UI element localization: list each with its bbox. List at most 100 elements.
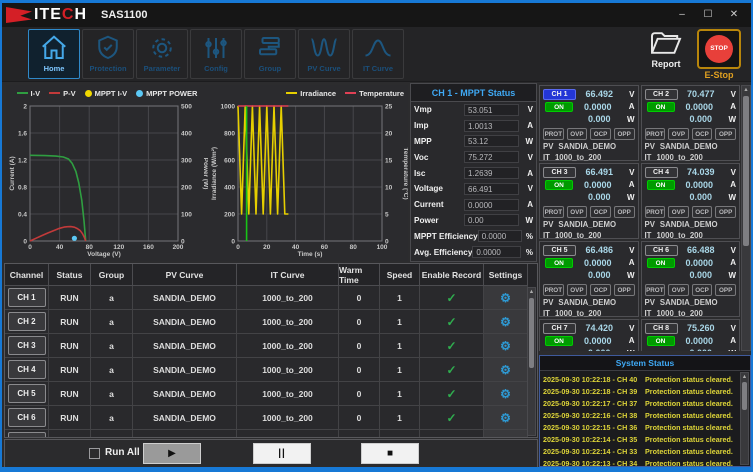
channel-button[interactable]: CH 4 — [8, 360, 46, 379]
enable-record-cell[interactable]: ✓ — [420, 430, 484, 438]
group-icon — [255, 33, 285, 63]
opp-button[interactable]: OPP — [614, 128, 635, 140]
channel-button[interactable]: CH 2 — [8, 312, 46, 331]
on-toggle-button[interactable]: ON — [647, 102, 675, 112]
on-toggle-button[interactable]: ON — [545, 336, 573, 346]
prot-button[interactable]: PROT — [645, 284, 666, 296]
scroll-up-icon[interactable]: ▲ — [742, 86, 750, 95]
minimize-icon[interactable]: – — [671, 7, 693, 23]
scroll-up-icon[interactable]: ▲ — [741, 373, 748, 382]
tab-parameter[interactable]: Parameter — [136, 29, 188, 79]
prot-button[interactable]: PROT — [543, 206, 564, 218]
close-icon[interactable]: ✕ — [723, 7, 745, 23]
ovp-button[interactable]: OVP — [668, 128, 689, 140]
ovp-button[interactable]: OVP — [668, 284, 689, 296]
log-scrollbar[interactable]: ▲ — [740, 372, 749, 465]
enable-record-cell[interactable]: ✓ — [420, 406, 484, 430]
report-button[interactable]: Report — [649, 29, 683, 69]
scroll-up-icon[interactable]: ▲ — [528, 288, 535, 297]
prot-button[interactable]: PROT — [645, 206, 666, 218]
table-scrollbar[interactable]: ▲ — [527, 287, 536, 436]
settings-cell[interactable]: ⚙ — [484, 358, 528, 382]
channel-select-button[interactable]: CH 6 — [645, 245, 678, 256]
scrollbar-thumb[interactable] — [743, 96, 749, 246]
enable-record-cell[interactable]: ✓ — [420, 358, 484, 382]
ovp-button[interactable]: OVP — [567, 128, 588, 140]
legend-label: Temperature — [359, 89, 404, 98]
on-toggle-button[interactable]: ON — [647, 258, 675, 268]
on-toggle-button[interactable]: ON — [545, 180, 573, 190]
tab-protection[interactable]: Protection — [82, 29, 134, 79]
opp-button[interactable]: OPP — [614, 206, 635, 218]
channel-select-button[interactable]: CH 8 — [645, 323, 678, 334]
prot-button[interactable]: PROT — [543, 128, 564, 140]
play-button[interactable]: ▶ — [143, 443, 201, 464]
channel-select-button[interactable]: CH 4 — [645, 167, 678, 178]
settings-cell[interactable]: ⚙ — [484, 334, 528, 358]
current-value: 0.0000 — [675, 258, 725, 268]
tab-config[interactable]: Config — [190, 29, 242, 79]
enable-record-cell[interactable]: ✓ — [420, 382, 484, 406]
on-toggle-button[interactable]: ON — [647, 180, 675, 190]
channel-button[interactable]: CH 6 — [8, 408, 46, 427]
ocp-button[interactable]: OCP — [692, 284, 713, 296]
maximize-icon[interactable]: ☐ — [697, 7, 719, 23]
estop-button[interactable]: STOP — [697, 29, 741, 69]
enable-record-cell[interactable]: ✓ — [420, 310, 484, 334]
ovp-button[interactable]: OVP — [668, 206, 689, 218]
channel-select-button[interactable]: CH 1 — [543, 89, 576, 100]
prot-button[interactable]: PROT — [543, 284, 564, 296]
pause-button[interactable]: || — [253, 443, 311, 464]
settings-cell[interactable]: ⚙ — [484, 310, 528, 334]
enable-record-cell[interactable]: ✓ — [420, 334, 484, 358]
channel-button[interactable]: CH 3 — [8, 336, 46, 355]
cards-scrollbar[interactable]: ▲ — [741, 85, 751, 351]
log-timestamp: 2025-09-30 10:22:15 - CH 36 — [543, 423, 645, 432]
ovp-button[interactable]: OVP — [567, 284, 588, 296]
channel-button[interactable]: CH 7 — [8, 432, 46, 438]
power-unit: W — [724, 115, 736, 124]
power-unit: W — [724, 271, 736, 280]
tab-it-curve[interactable]: IT Curve — [352, 29, 404, 79]
ocp-button[interactable]: OCP — [590, 284, 611, 296]
enable-record-cell[interactable]: ✓ — [420, 286, 484, 310]
opp-button[interactable]: OPP — [614, 284, 635, 296]
prot-button[interactable]: PROT — [645, 128, 666, 140]
opp-button[interactable]: OPP — [715, 128, 736, 140]
mppt-row: MPP 53.12 W — [411, 134, 536, 150]
ovp-button[interactable]: OVP — [567, 206, 588, 218]
channel-button[interactable]: CH 1 — [8, 288, 46, 307]
ocp-button[interactable]: OCP — [692, 206, 713, 218]
channel-select-button[interactable]: CH 2 — [645, 89, 678, 100]
on-toggle-button[interactable]: ON — [647, 336, 675, 346]
sliders-icon — [201, 33, 231, 63]
settings-cell[interactable]: ⚙ — [484, 406, 528, 430]
channel-button[interactable]: CH 5 — [8, 384, 46, 403]
brand-right: H — [74, 6, 87, 23]
settings-cell[interactable]: ⚙ — [484, 286, 528, 310]
check-icon: ✓ — [446, 387, 456, 401]
ocp-button[interactable]: OCP — [590, 206, 611, 218]
channel-select-button[interactable]: CH 5 — [543, 245, 576, 256]
channel-select-button[interactable]: CH 7 — [543, 323, 576, 334]
stop-button[interactable]: ■ — [361, 443, 419, 464]
run-all-checkbox[interactable] — [89, 448, 100, 459]
shield-icon — [93, 33, 123, 63]
tab-home[interactable]: Home — [28, 29, 80, 79]
opp-button[interactable]: OPP — [715, 284, 736, 296]
settings-cell[interactable]: ⚙ — [484, 430, 528, 438]
tab-group[interactable]: Group — [244, 29, 296, 79]
ocp-button[interactable]: OCP — [692, 128, 713, 140]
ocp-button[interactable]: OCP — [590, 128, 611, 140]
opp-button[interactable]: OPP — [715, 206, 736, 218]
settings-cell[interactable]: ⚙ — [484, 382, 528, 406]
scrollbar-thumb[interactable] — [742, 382, 747, 410]
mppt-row-label: MPPT Efficiency — [414, 232, 478, 241]
pv-curve-cell: SANDIA_DEMO — [133, 358, 237, 382]
scrollbar-thumb[interactable] — [529, 298, 534, 368]
legend-label: Irradiance — [300, 89, 336, 98]
channel-select-button[interactable]: CH 3 — [543, 167, 576, 178]
on-toggle-button[interactable]: ON — [545, 102, 573, 112]
on-toggle-button[interactable]: ON — [545, 258, 573, 268]
tab-pv-curve[interactable]: PV Curve — [298, 29, 350, 79]
